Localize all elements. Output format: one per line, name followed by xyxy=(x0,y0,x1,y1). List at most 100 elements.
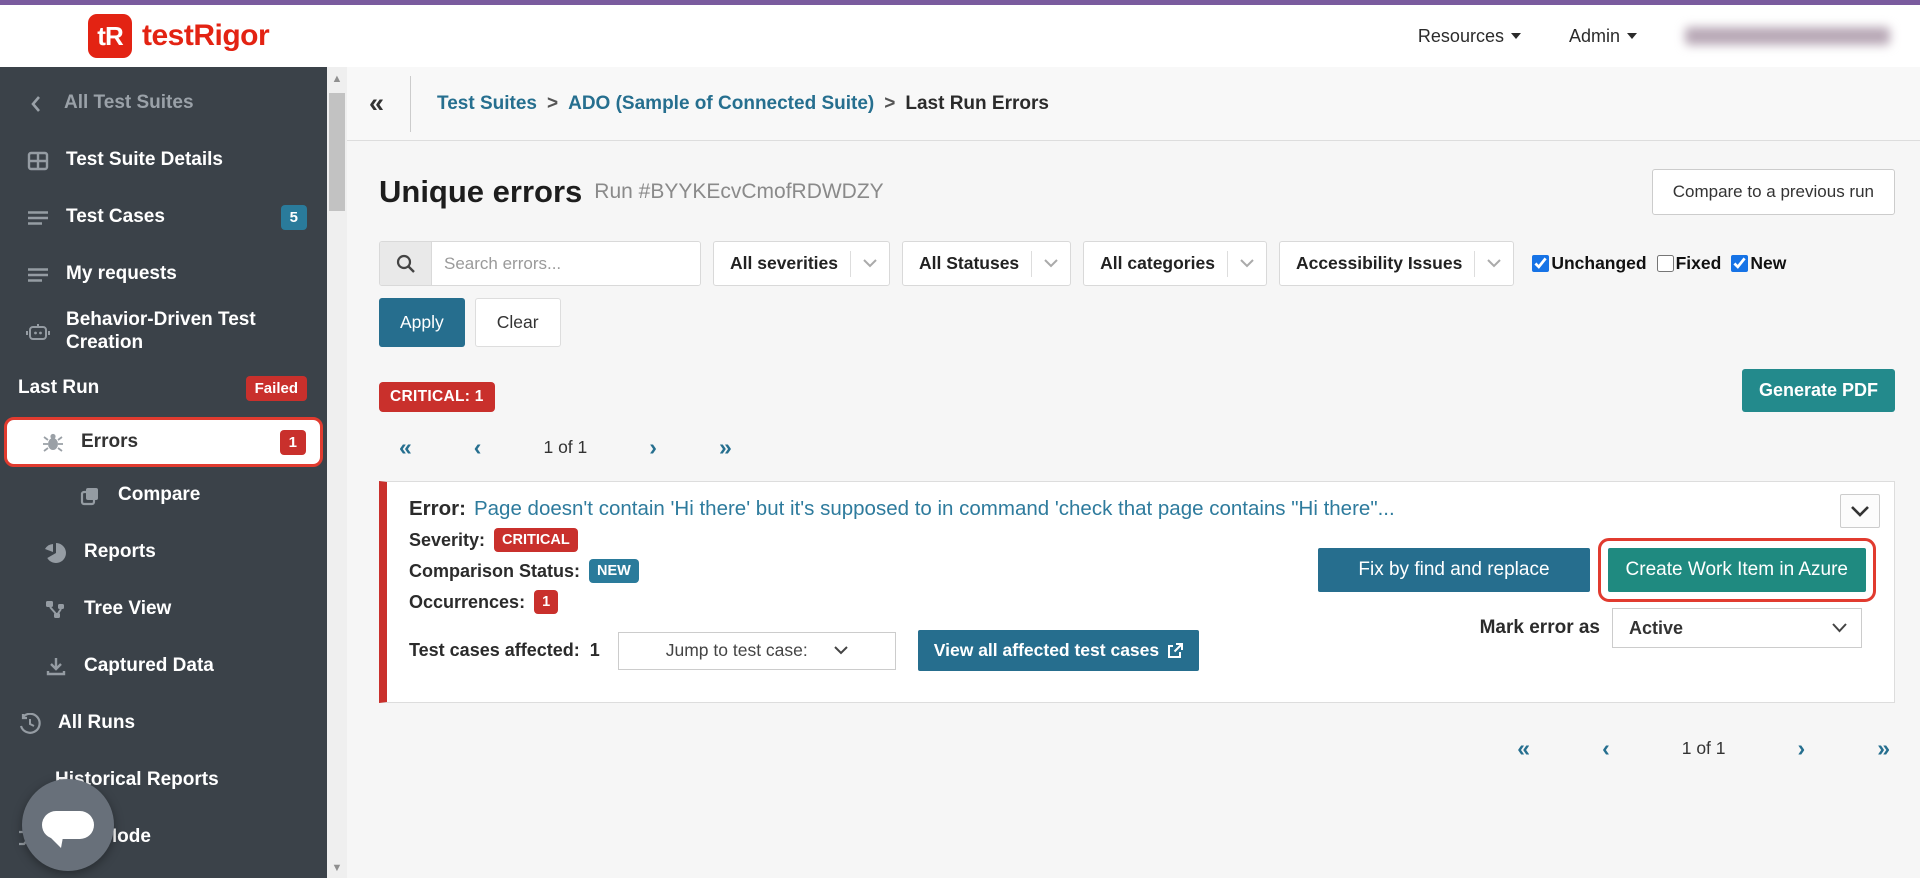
pagination-first[interactable]: « xyxy=(1517,737,1530,760)
tree-icon xyxy=(44,600,68,620)
pagination-bottom: « ‹ 1 of 1 › » xyxy=(347,737,1890,760)
mark-error-as-select[interactable]: Active xyxy=(1612,608,1862,648)
chevron-left-icon xyxy=(24,95,48,113)
search-errors-box xyxy=(379,241,701,286)
checkbox-new[interactable]: New xyxy=(1731,253,1786,274)
pagination-next[interactable]: › xyxy=(649,436,657,459)
new-checkbox-input[interactable] xyxy=(1731,255,1748,272)
page-scrollbar[interactable]: ▲ ▼ xyxy=(327,67,347,878)
unchanged-checkbox-input[interactable] xyxy=(1532,255,1549,272)
breadcrumb-test-suites[interactable]: Test Suites xyxy=(437,93,537,115)
chat-bubble-icon xyxy=(42,811,94,839)
breadcrumb-bar: « Test Suites > ADO (Sample of Connected… xyxy=(347,67,1920,141)
sidebar-item-behavior-driven-test-creation[interactable]: Behavior-Driven Test Creation xyxy=(0,303,327,360)
pie-chart-icon xyxy=(44,542,68,564)
severity-badge: CRITICAL xyxy=(494,528,578,552)
user-menu-redacted[interactable] xyxy=(1685,27,1890,45)
scrollbar-thumb[interactable] xyxy=(329,93,345,211)
pagination-prev[interactable]: ‹ xyxy=(474,436,482,459)
compare-previous-run-button[interactable]: Compare to a previous run xyxy=(1652,169,1895,215)
categories-dropdown[interactable]: All categories xyxy=(1083,241,1267,286)
error-message-link[interactable]: Page doesn't contain 'Hi there' but it's… xyxy=(474,497,1395,521)
history-icon xyxy=(18,713,42,735)
pagination-next[interactable]: › xyxy=(1798,737,1806,760)
list-icon xyxy=(26,210,50,226)
sidebar-item-tree-view[interactable]: Tree View xyxy=(0,581,327,638)
external-link-icon xyxy=(1167,643,1183,659)
sidebar-item-test-cases[interactable]: Test Cases 5 xyxy=(0,189,327,246)
comparison-status-label: Comparison Status: xyxy=(409,561,580,582)
brand-logo-icon: tR xyxy=(88,14,132,58)
annotation-highlight: Create Work Item in Azure xyxy=(1598,538,1876,602)
jump-to-test-case-select[interactable]: Jump to test case: xyxy=(618,632,896,670)
pagination-last[interactable]: » xyxy=(1877,737,1890,760)
apply-button[interactable]: Apply xyxy=(379,298,465,347)
chat-widget-button[interactable] xyxy=(22,779,114,871)
test-cases-count-badge: 5 xyxy=(281,205,307,230)
sidebar-back-all-test-suites[interactable]: All Test Suites xyxy=(0,75,327,132)
sidebar-item-all-runs[interactable]: All Runs xyxy=(0,695,327,752)
chevron-down-icon xyxy=(1832,623,1847,633)
error-card-collapse-button[interactable] xyxy=(1840,494,1880,528)
severity-label: Severity: xyxy=(409,530,485,551)
error-label: Error: xyxy=(409,497,466,521)
view-all-affected-button[interactable]: View all affected test cases xyxy=(918,630,1199,671)
fixed-checkbox-input[interactable] xyxy=(1657,255,1674,272)
sidebar-item-last-run[interactable]: Last Run Failed xyxy=(0,360,327,417)
occurrences-label: Occurrences: xyxy=(409,592,525,613)
chevron-down-icon xyxy=(1044,259,1058,268)
checkbox-fixed[interactable]: Fixed xyxy=(1657,253,1722,274)
sidebar-collapse-button[interactable]: « xyxy=(369,88,384,119)
sidebar-item-compare[interactable]: Compare xyxy=(0,467,327,524)
pagination-last[interactable]: » xyxy=(719,436,732,459)
scrollbar-down-arrow[interactable]: ▼ xyxy=(327,862,347,874)
nav-admin[interactable]: Admin xyxy=(1569,26,1637,47)
sidebar: All Test Suites Test Suite Details Test … xyxy=(0,67,327,878)
generate-pdf-button[interactable]: Generate PDF xyxy=(1742,369,1895,412)
brand-logo[interactable]: tR testRigor xyxy=(88,14,269,58)
occurrences-badge: 1 xyxy=(534,590,558,614)
scrollbar-up-arrow[interactable]: ▲ xyxy=(327,73,347,85)
create-work-item-azure-button[interactable]: Create Work Item in Azure xyxy=(1608,548,1866,592)
mark-error-as-label: Mark error as xyxy=(1480,617,1600,639)
chevron-down-icon xyxy=(1487,259,1501,268)
fix-find-replace-button[interactable]: Fix by find and replace xyxy=(1318,548,1589,592)
nav-resources[interactable]: Resources xyxy=(1418,26,1521,47)
search-errors-input[interactable] xyxy=(432,242,700,285)
sidebar-item-captured-data[interactable]: Captured Data xyxy=(0,638,327,695)
breadcrumb-current: Last Run Errors xyxy=(905,93,1049,115)
pagination-label: 1 of 1 xyxy=(543,437,587,458)
chevron-down-icon xyxy=(863,259,877,268)
breadcrumb: Test Suites > ADO (Sample of Connected S… xyxy=(437,93,1049,115)
pagination-first[interactable]: « xyxy=(399,436,412,459)
checkbox-unchanged[interactable]: Unchanged xyxy=(1532,253,1646,274)
chevron-down-icon xyxy=(834,646,848,655)
severities-dropdown[interactable]: All severities xyxy=(713,241,890,286)
sidebar-item-test-suite-details[interactable]: Test Suite Details xyxy=(0,132,327,189)
pagination-top: « ‹ 1 of 1 › » xyxy=(399,436,1920,459)
copy-icon xyxy=(78,486,102,506)
brand-name: testRigor xyxy=(142,19,269,53)
errors-count-badge: 1 xyxy=(280,430,306,455)
critical-count-badge: CRITICAL: 1 xyxy=(379,382,495,412)
breadcrumb-suite-name[interactable]: ADO (Sample of Connected Suite) xyxy=(568,93,874,115)
sidebar-item-errors[interactable]: Errors 1 xyxy=(4,417,323,467)
grid-icon xyxy=(26,150,50,172)
sidebar-item-reports[interactable]: Reports xyxy=(0,524,327,581)
page-title: Unique errors xyxy=(379,174,582,210)
pagination-prev[interactable]: ‹ xyxy=(1602,737,1610,760)
statuses-dropdown[interactable]: All Statuses xyxy=(902,241,1071,286)
divider xyxy=(410,76,411,132)
comparison-status-badge: NEW xyxy=(589,559,639,583)
search-icon xyxy=(380,242,432,285)
clear-button[interactable]: Clear xyxy=(475,298,561,347)
error-card: Error: Page doesn't contain 'Hi there' b… xyxy=(379,481,1895,703)
last-run-status-badge: Failed xyxy=(246,376,307,401)
accessibility-issues-dropdown[interactable]: Accessibility Issues xyxy=(1279,241,1514,286)
pagination-label: 1 of 1 xyxy=(1682,738,1726,759)
test-cases-affected-label: Test cases affected: xyxy=(409,640,580,661)
chevron-down-icon xyxy=(1240,259,1254,268)
robot-icon xyxy=(26,322,50,342)
test-cases-affected-badge: 1 xyxy=(590,640,600,661)
sidebar-item-my-requests[interactable]: My requests xyxy=(0,246,327,303)
